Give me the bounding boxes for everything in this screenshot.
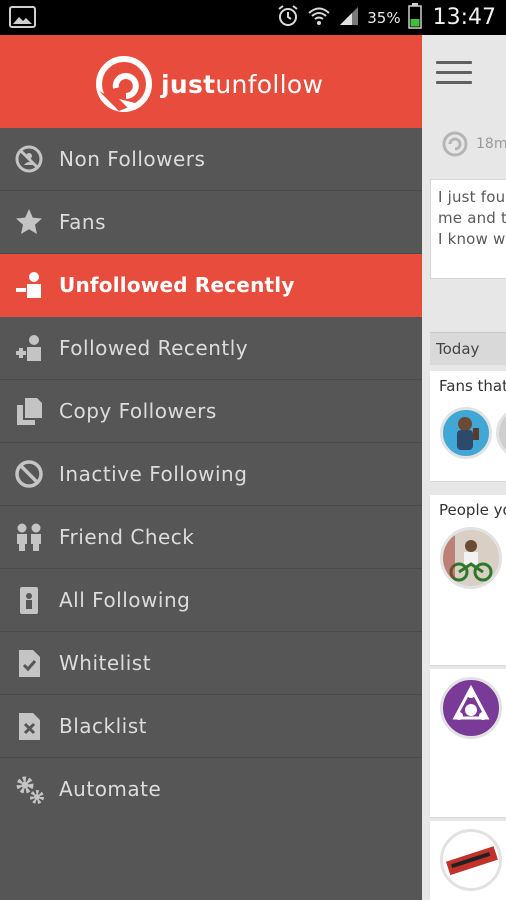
navigation-drawer: justunfollow Non Followers Fans Unfollow… [0,35,422,900]
follow-person-icon [14,333,44,363]
list-card[interactable] [430,669,506,818]
section-label: Today [436,340,480,358]
tweet-time: 18m [476,136,506,152]
battery-icon [407,2,422,33]
nav-label: Whitelist [59,651,152,675]
justunfollow-logo-icon [96,56,152,112]
nav-label: Blacklist [59,714,147,738]
blacklist-doc-icon [14,711,44,741]
list-card[interactable] [430,821,506,900]
whitelist-doc-icon [14,648,44,678]
avatar[interactable] [496,407,506,459]
inactive-icon [14,459,44,489]
status-bar: 35% 13:47 [0,0,506,35]
hamburger-menu-button[interactable] [436,57,472,87]
drawer-menu: Non Followers Fans Unfollowed Recently F… [0,128,422,820]
app-logo-small-icon [442,131,468,157]
nav-item-blacklist[interactable]: Blacklist [0,695,422,758]
nav-item-non-followers[interactable]: Non Followers [0,128,422,191]
nav-item-friend-check[interactable]: Friend Check [0,506,422,569]
tweet-text-line: me and t [438,209,506,227]
copy-icon [14,396,44,426]
tweet-card[interactable]: I just fou me and t I know w [430,179,506,279]
avatar[interactable] [440,527,502,589]
nav-item-all-following[interactable]: All Following [0,569,422,632]
app-logo: justunfollow [95,55,323,113]
alarm-icon [276,4,300,32]
gears-icon [14,774,44,804]
nav-label: Unfollowed Recently [59,273,295,297]
nav-label: All Following [59,588,191,612]
nav-item-inactive-following[interactable]: Inactive Following [0,443,422,506]
people-card[interactable]: People yo [430,495,506,666]
nav-label: Copy Followers [59,399,217,423]
tweet-text-line: I just fou [438,188,506,206]
friends-icon [14,522,44,552]
wifi-icon [307,5,331,31]
nav-item-copy-followers[interactable]: Copy Followers [0,380,422,443]
star-icon [14,207,44,237]
main-content: 18m I just fou me and t I know w Today F… [422,35,506,900]
nav-label: Friend Check [59,525,195,549]
unfollow-person-icon [14,270,44,300]
nav-label: Automate [59,777,162,801]
nav-label: Non Followers [59,147,206,171]
signal-icon [338,5,360,31]
nav-label: Fans [59,210,107,234]
tweet-text-line: I know w [438,230,506,248]
avatar[interactable] [440,829,502,891]
fans-card[interactable]: Fans that [430,371,506,482]
nav-item-automate[interactable]: Automate [0,758,422,820]
nav-label: Followed Recently [59,336,249,360]
avatar[interactable] [440,677,502,739]
nav-item-followed-recently[interactable]: Followed Recently [0,317,422,380]
card-title: People yo [439,501,506,519]
brand-name: justunfollow [161,69,324,99]
nav-item-fans[interactable]: Fans [0,191,422,254]
avatar[interactable] [440,407,492,459]
no-follow-icon [14,144,44,174]
section-header-today: Today [430,332,506,365]
battery-percent: 35% [367,8,401,27]
nav-item-whitelist[interactable]: Whitelist [0,632,422,695]
gallery-notification-icon [9,6,36,28]
nav-label: Inactive Following [59,462,248,486]
id-badge-icon [14,585,44,615]
nav-item-unfollowed-recently[interactable]: Unfollowed Recently [0,254,422,317]
tweet-meta: 18m [442,131,506,157]
clock: 13:47 [432,5,496,30]
drawer-header: justunfollow [0,35,422,128]
card-title: Fans that [439,377,506,395]
